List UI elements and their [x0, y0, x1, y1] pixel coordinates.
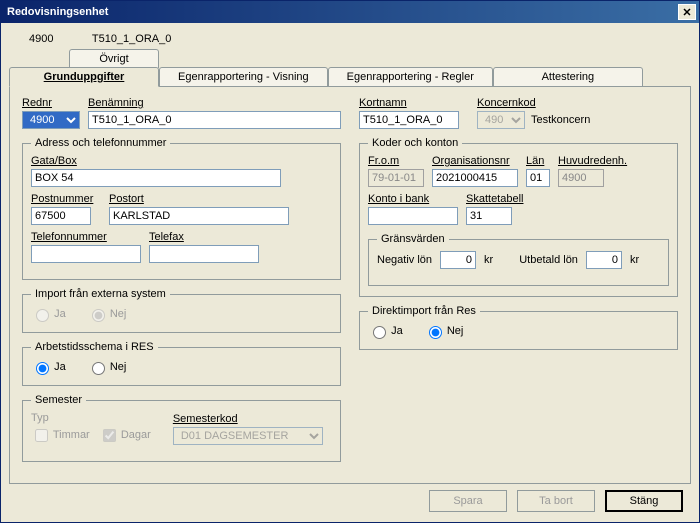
semesterkod-select: D01 DAGSEMESTER	[173, 427, 323, 445]
group-import: Import från externa system Ja Nej	[22, 288, 341, 333]
koncernkod-select: 490	[477, 111, 525, 129]
koncern-text: Testkoncern	[531, 114, 590, 126]
label-orgnr: Organisationsnr	[432, 155, 518, 167]
legend-direktimport: Direktimport från Res	[368, 305, 480, 317]
gata-input[interactable]	[31, 169, 281, 187]
group-gransvarden: Gränsvärden Negativ lön kr Utbetald lön …	[368, 233, 669, 286]
group-koder: Koder och konton Fr.o.m Organisationsnr …	[359, 137, 678, 297]
label-benamning: Benämning	[88, 97, 341, 109]
kortnamn-input[interactable]	[359, 111, 459, 129]
stang-button[interactable]: Stäng	[605, 490, 683, 512]
telefax-input[interactable]	[149, 245, 259, 263]
tabort-button: Ta bort	[517, 490, 595, 512]
label-lan: Län	[526, 155, 550, 167]
meta-row: 4900 T510_1_ORA_0	[9, 31, 691, 47]
import-nej: Nej	[87, 308, 127, 320]
semester-timmar: Timmar	[31, 429, 90, 441]
label-koncernkod: Koncernkod	[477, 97, 590, 109]
window-title: Redovisningsenhet	[7, 6, 108, 18]
arbets-ja[interactable]: Ja	[31, 361, 66, 373]
tab-egenrapportering-regler[interactable]: Egenrapportering - Regler	[328, 67, 493, 86]
tab-ovrigt[interactable]: Övrigt	[69, 49, 159, 68]
label-utblon: Utbetald lön	[519, 254, 578, 266]
neglon-input[interactable]	[440, 251, 476, 269]
rednr-select[interactable]: 4900	[22, 111, 80, 129]
tab-grunduppgifter[interactable]: Grunduppgifter	[9, 67, 159, 87]
kr2: kr	[630, 254, 639, 266]
label-typ: Typ	[31, 412, 151, 424]
spara-button: Spara	[429, 490, 507, 512]
label-huvudredenh: Huvudredenh.	[558, 155, 627, 167]
direkt-ja[interactable]: Ja	[368, 325, 403, 337]
label-telefax: Telefax	[149, 231, 259, 243]
group-arbetstid: Arbetstidsschema i RES Ja Nej	[22, 341, 341, 386]
label-semesterkod: Semesterkod	[173, 413, 323, 425]
telefon-input[interactable]	[31, 245, 141, 263]
right-column: Kortnamn Koncernkod 490 Testkoncern	[359, 97, 678, 462]
meta-code: 4900	[29, 33, 89, 45]
label-kortnamn: Kortnamn	[359, 97, 469, 109]
legend-semester: Semester	[31, 394, 86, 406]
huvudredenh-input	[558, 169, 604, 187]
label-konto: Konto i bank	[368, 193, 458, 205]
legend-adress: Adress och telefonnummer	[31, 137, 170, 149]
label-telefon: Telefonnummer	[31, 231, 141, 243]
window: Redovisningsenhet ✕ 4900 T510_1_ORA_0 Öv…	[0, 0, 700, 523]
direkt-nej[interactable]: Nej	[424, 325, 464, 337]
import-ja: Ja	[31, 308, 66, 320]
skatte-input[interactable]	[466, 207, 512, 225]
postort-input[interactable]	[109, 207, 289, 225]
group-direktimport: Direktimport från Res Ja Nej	[359, 305, 678, 350]
legend-grans: Gränsvärden	[377, 233, 449, 245]
semester-dagar: Dagar	[99, 429, 151, 441]
meta-name: T510_1_ORA_0	[92, 33, 172, 45]
label-neglon: Negativ lön	[377, 254, 432, 266]
label-gata: Gata/Box	[31, 155, 332, 167]
tab-egenrapportering-visning[interactable]: Egenrapportering - Visning	[159, 67, 328, 86]
legend-arbetstid: Arbetstidsschema i RES	[31, 341, 158, 353]
content-area: 4900 T510_1_ORA_0 Övrigt Grunduppgifter …	[1, 23, 699, 522]
footer-buttons: Spara Ta bort Stäng	[429, 490, 683, 512]
tab-panel-grunduppgifter: Rednr 4900 Benämning Adress o	[9, 86, 691, 484]
label-postort: Postort	[109, 193, 332, 205]
close-button[interactable]: ✕	[678, 4, 696, 20]
titlebar: Redovisningsenhet ✕	[1, 1, 699, 23]
close-icon: ✕	[682, 6, 691, 19]
legend-import: Import från externa system	[31, 288, 170, 300]
label-postnummer: Postnummer	[31, 193, 101, 205]
kr1: kr	[484, 254, 493, 266]
arbets-nej[interactable]: Nej	[87, 361, 127, 373]
label-rednr: Rednr	[22, 97, 80, 109]
orgnr-input[interactable]	[432, 169, 518, 187]
lan-input[interactable]	[526, 169, 550, 187]
tab-attestering[interactable]: Attestering	[493, 67, 643, 86]
group-semester: Semester Typ Timmar Dagar	[22, 394, 341, 462]
benamning-input[interactable]	[88, 111, 341, 129]
tab-container: Övrigt Grunduppgifter Egenrapportering -…	[9, 49, 691, 484]
postnummer-input[interactable]	[31, 207, 91, 225]
from-input	[368, 169, 424, 187]
left-column: Rednr 4900 Benämning Adress o	[22, 97, 341, 462]
label-from: Fr.o.m	[368, 155, 424, 167]
group-adress: Adress och telefonnummer Gata/Box Postnu…	[22, 137, 341, 280]
konto-input[interactable]	[368, 207, 458, 225]
label-skatte: Skattetabell	[466, 193, 523, 205]
legend-koder: Koder och konton	[368, 137, 462, 149]
utblon-input[interactable]	[586, 251, 622, 269]
